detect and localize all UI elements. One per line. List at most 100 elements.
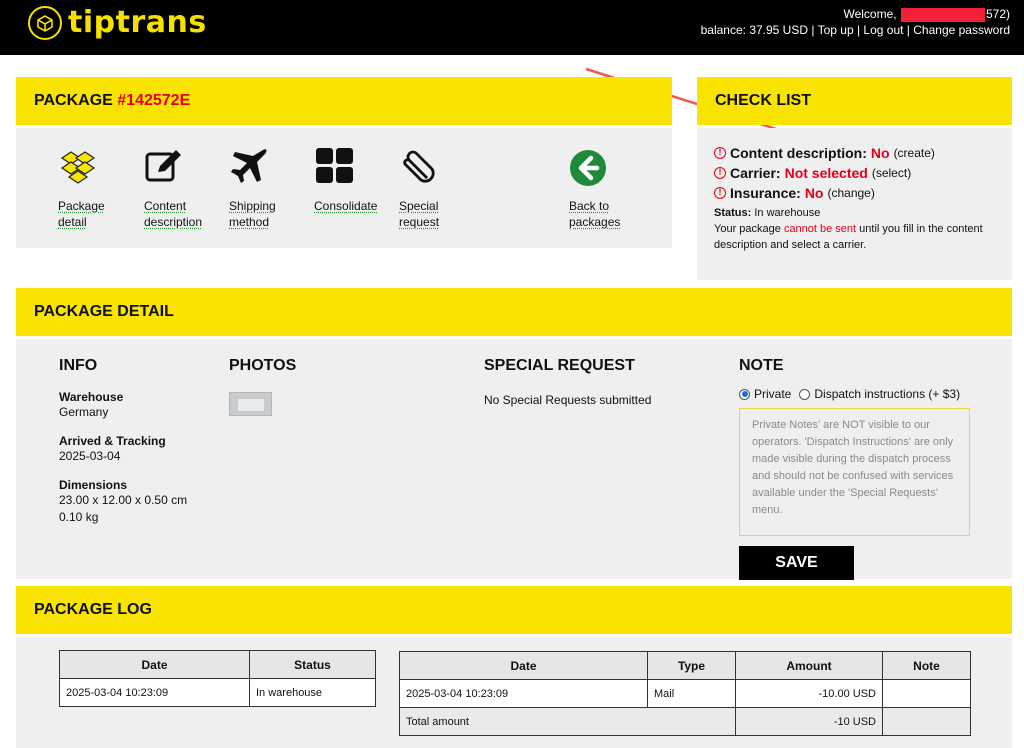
- nav-label: Back to: [569, 199, 610, 213]
- column-header: Date: [399, 651, 648, 680]
- select-carrier-link[interactable]: (select): [872, 166, 911, 180]
- column-header: Status: [249, 650, 376, 679]
- check-insurance: ! Insurance: No (change): [714, 185, 1012, 201]
- radio-dispatch-label: Dispatch instructions (+ $3): [814, 387, 961, 401]
- nav-shipping-method[interactable]: Shipping method: [229, 144, 299, 230]
- nav-label: Special: [399, 199, 439, 213]
- grid-icon: [314, 144, 394, 186]
- warning-text: until you fill in the: [859, 223, 944, 235]
- column-header: Amount: [735, 651, 883, 680]
- warning-text: Your package: [714, 223, 781, 235]
- note-title: NOTE: [739, 357, 784, 374]
- detail-title: PACKAGE DETAIL: [34, 303, 174, 320]
- airplane-icon: [229, 144, 299, 186]
- special-request-value: No Special Requests submitted: [484, 393, 652, 407]
- nav-package-detail[interactable]: Package detail: [58, 144, 128, 230]
- back-arrow-icon: [569, 144, 639, 186]
- check-value: No: [870, 145, 890, 161]
- column-header: Note: [882, 651, 971, 680]
- log-status-cell: In warehouse: [249, 678, 376, 707]
- total-row: Total amount -10 USD: [399, 707, 971, 736]
- nav-content-description[interactable]: Content description: [144, 144, 214, 230]
- note-textarea[interactable]: Private Notes' are NOT visible to our op…: [739, 408, 970, 536]
- special-request-title: SPECIAL REQUEST: [484, 357, 635, 374]
- table-header-row: Date Status: [59, 650, 376, 679]
- table-header-row: Date Type Amount Note: [399, 651, 971, 680]
- status-log-table: Date Status 2025-03-04 10:23:09 In wareh…: [59, 650, 376, 707]
- package-header: PACKAGE #142572E: [16, 77, 672, 125]
- check-label: Content description:: [730, 145, 867, 161]
- nav-label: detail: [58, 215, 87, 229]
- payment-amount-cell: -10.00 USD: [735, 679, 883, 708]
- info-title: INFO: [59, 357, 98, 374]
- payment-note-cell: [882, 679, 971, 708]
- nav-label: request: [399, 215, 440, 229]
- note-section: NOTE Private Dispatch instructions (+ $3…: [739, 357, 979, 580]
- radio-dispatch[interactable]: [799, 388, 811, 400]
- radio-private-label: Private: [754, 387, 792, 401]
- info-section: INFO Warehouse Germany Arrived & Trackin…: [59, 357, 219, 526]
- note-type-radios: Private Dispatch instructions (+ $3): [739, 387, 979, 401]
- paperclip-icon: [399, 144, 469, 186]
- photos-section: PHOTOS: [229, 357, 296, 416]
- check-label: Carrier:: [730, 165, 781, 181]
- nav-label: packages: [569, 215, 621, 229]
- log-panel: Date Status 2025-03-04 10:23:09 In wareh…: [16, 637, 1012, 748]
- package-id: #142572E: [117, 92, 191, 109]
- save-button[interactable]: SAVE: [739, 546, 854, 580]
- dimensions-label: Dimensions: [59, 478, 128, 492]
- column-header: Date: [59, 650, 250, 679]
- check-value: No: [804, 185, 824, 201]
- nav-label: Package: [58, 199, 105, 213]
- total-note-cell: [882, 707, 971, 736]
- table-row: 2025-03-04 10:23:09 In warehouse: [59, 678, 376, 707]
- nav-label: Shipping: [229, 199, 276, 213]
- check-content-description: ! Content description: No (create): [714, 145, 1012, 161]
- table-row: 2025-03-04 10:23:09 Mail -10.00 USD: [399, 679, 971, 708]
- log-header: PACKAGE LOG: [16, 586, 1012, 634]
- log-title: PACKAGE LOG: [34, 601, 152, 618]
- weight-value: 0.10 kg: [59, 510, 99, 524]
- package-nav: Package detail Content description Shippin…: [16, 128, 672, 248]
- warning-icon: !: [714, 147, 726, 159]
- nav-special-request[interactable]: Special request: [399, 144, 469, 230]
- checklist-title: CHECK LIST: [715, 92, 811, 109]
- dimensions-value: 23.00 x 12.00 x 0.50 cm: [59, 493, 188, 507]
- payment-type-cell: Mail: [647, 679, 736, 708]
- arrived-label: Arrived & Tracking: [59, 434, 166, 448]
- check-carrier: ! Carrier: Not selected (select): [714, 165, 1012, 181]
- column-header: Type: [647, 651, 736, 680]
- arrived-value: 2025-03-04: [59, 449, 121, 463]
- nav-label: description: [144, 215, 203, 229]
- nav-label: method: [229, 215, 270, 229]
- create-content-link[interactable]: (create): [894, 146, 935, 160]
- nav-label: Content: [144, 199, 187, 213]
- total-amount-cell: -10 USD: [735, 707, 883, 736]
- boxes-icon: [58, 144, 128, 186]
- checklist-panel: ! Content description: No (create) ! Car…: [697, 128, 1012, 280]
- warning-text-red: cannot be sent: [783, 223, 857, 235]
- warning-icon: !: [714, 187, 726, 199]
- check-value: Not selected: [784, 165, 868, 181]
- package-title: PACKAGE: [34, 92, 113, 109]
- nav-consolidate[interactable]: Consolidate: [314, 144, 394, 214]
- edit-icon: [144, 144, 214, 186]
- payment-date-cell: 2025-03-04 10:23:09: [399, 679, 648, 708]
- status-label: Status:: [714, 207, 752, 219]
- status-line: Status: In warehouse: [714, 205, 1012, 221]
- warning-icon: !: [714, 167, 726, 179]
- nav-back-to-packages[interactable]: Back to packages: [569, 144, 639, 230]
- detail-panel: INFO Warehouse Germany Arrived & Trackin…: [16, 339, 1012, 580]
- radio-private[interactable]: [739, 388, 750, 400]
- status-value: In warehouse: [754, 207, 821, 219]
- send-warning: Your package cannot be sent until you fi…: [714, 221, 1004, 253]
- special-request-section: SPECIAL REQUEST No Special Requests subm…: [484, 357, 651, 409]
- log-date-cell: 2025-03-04 10:23:09: [59, 678, 250, 707]
- checklist-header: CHECK LIST: [697, 77, 1012, 125]
- change-insurance-link[interactable]: (change): [827, 186, 874, 200]
- package-photo-thumbnail[interactable]: [229, 392, 272, 416]
- detail-header: PACKAGE DETAIL: [16, 288, 1012, 336]
- check-label: Insurance:: [730, 185, 801, 201]
- photos-title: PHOTOS: [229, 357, 297, 374]
- payment-log-table: Date Type Amount Note 2025-03-04 10:23:0…: [399, 651, 971, 736]
